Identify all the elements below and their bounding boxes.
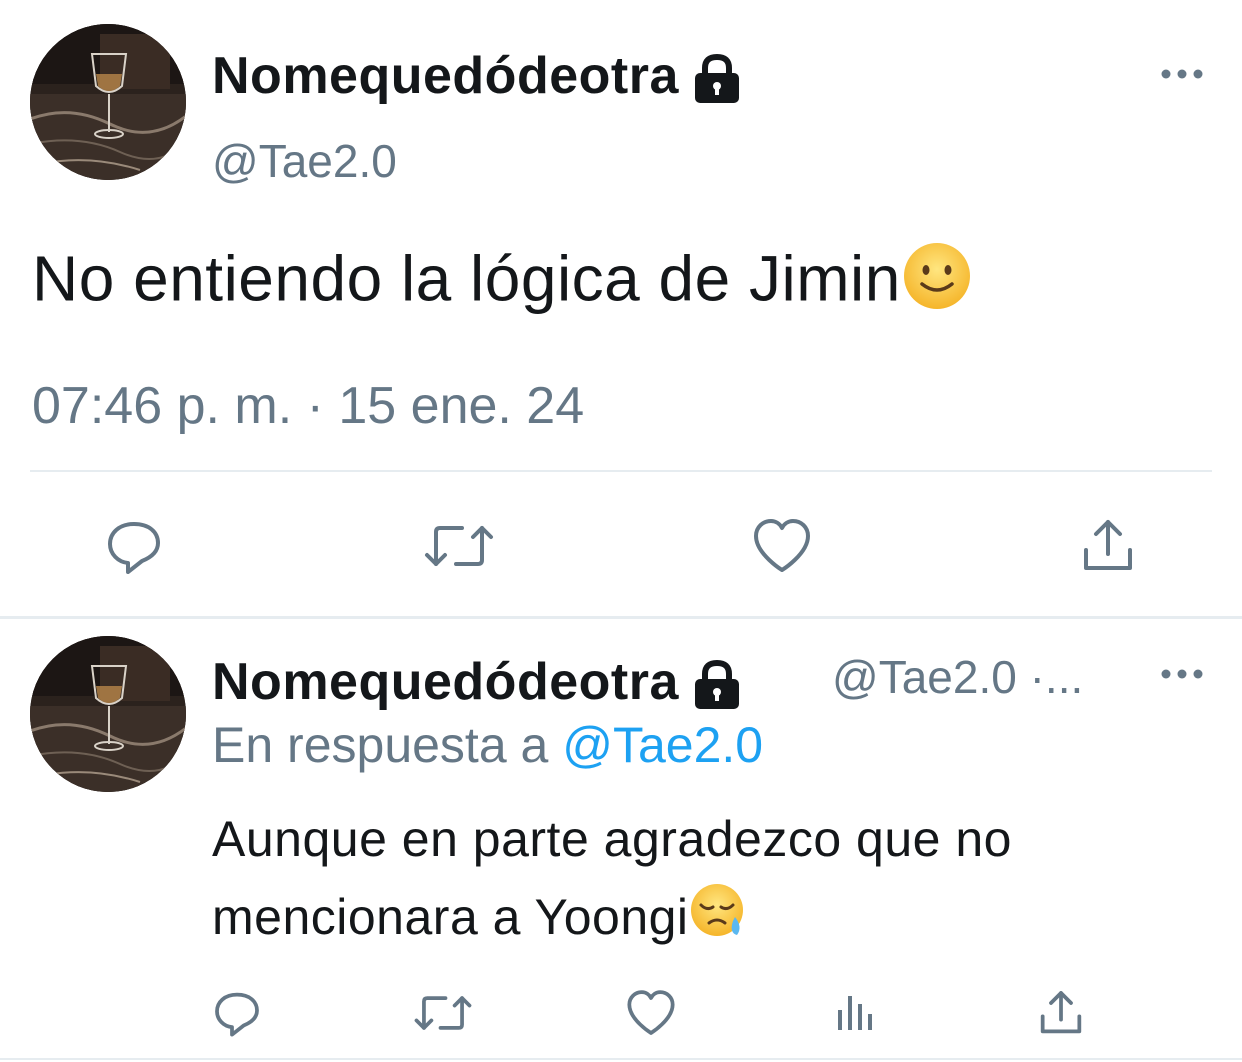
reply-button[interactable] (104, 516, 164, 576)
reply-context: En respuesta a @Tae2.0 (212, 716, 763, 774)
reply-button[interactable] (212, 988, 262, 1038)
reply-mention-link[interactable]: @Tae2.0 (562, 717, 763, 773)
reply-avatar[interactable] (30, 636, 186, 792)
reply-display-name-text: Nomequedódeotra (212, 653, 679, 711)
avatar-image (30, 24, 186, 180)
lock-icon (689, 53, 745, 105)
tweet-text-body: No entiendo la lógica de Jimin (32, 242, 901, 315)
like-button[interactable] (626, 988, 676, 1038)
lock-icon (689, 659, 745, 711)
analytics-icon (838, 996, 872, 1030)
avatar-image (30, 636, 186, 792)
share-button[interactable] (1036, 988, 1086, 1038)
retweet-button[interactable] (424, 516, 494, 576)
divider (30, 470, 1212, 472)
sleepy-face-icon (689, 881, 747, 961)
display-name-text: Nomequedódeotra (212, 47, 679, 105)
tweet-text: No entiendo la lógica de Jimin (32, 240, 973, 327)
like-icon (754, 519, 810, 572)
display-name[interactable]: Nomequedódeotra (212, 46, 745, 106)
reply-tweet-text-body: Aunque en parte agradezco que no mencion… (212, 811, 1012, 945)
retweet-icon (425, 526, 493, 566)
like-button[interactable] (752, 516, 812, 576)
avatar[interactable] (30, 24, 186, 180)
share-icon (1084, 520, 1132, 570)
analytics-button[interactable] (834, 990, 878, 1034)
reply-handle[interactable]: @Tae2.0 ·... (832, 650, 1083, 704)
tweet-timestamp[interactable]: 07:46 p. m. · 15 ene. 24 (32, 376, 584, 436)
reply-display-name[interactable]: Nomequedódeotra (212, 652, 745, 712)
retweet-button[interactable] (414, 988, 472, 1038)
share-icon (1040, 991, 1082, 1034)
reply-icon (108, 522, 160, 574)
bottom-divider (0, 1058, 1242, 1060)
reply-tweet-text: Aunque en parte agradezco que no mencion… (212, 800, 1212, 961)
user-handle[interactable]: @Tae2.0 (212, 134, 397, 188)
retweet-icon (414, 996, 472, 1030)
reply-icon (215, 992, 259, 1037)
section-divider (0, 616, 1242, 619)
share-button[interactable] (1078, 516, 1138, 576)
more-options-icon[interactable] (1160, 64, 1204, 84)
slightly-smiling-face-icon (901, 240, 973, 327)
like-icon (627, 990, 675, 1035)
reply-prefix: En respuesta a (212, 717, 549, 773)
more-options-icon[interactable] (1160, 664, 1204, 684)
